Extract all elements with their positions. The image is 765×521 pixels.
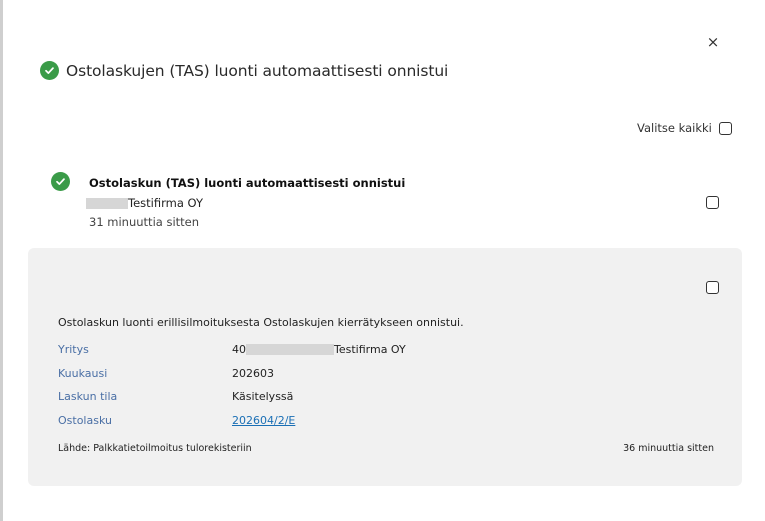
close-button[interactable]: × <box>703 32 723 52</box>
field-value: Käsitelyssä <box>232 390 294 403</box>
field-label: Laskun tila <box>58 390 118 403</box>
notification-checkbox[interactable] <box>706 196 719 209</box>
field-row-ostolasku: Ostolasku 202604/2/E <box>58 414 458 438</box>
select-all[interactable]: Valitse kaikki <box>637 121 732 135</box>
field-row-yritys: Yritys 40 Testifirma OY <box>58 343 458 367</box>
field-row-kuukausi: Kuukausi 202603 <box>58 367 458 391</box>
field-value: 202604/2/E <box>232 414 295 427</box>
modal-title: Ostolaskujen (TAS) luonti automaattisest… <box>66 61 449 80</box>
redacted-block <box>246 344 334 355</box>
detail-time: 36 minuuttia sitten <box>623 443 714 454</box>
select-all-checkbox[interactable] <box>718 121 732 135</box>
detail-fields: Yritys 40 Testifirma OY Kuukausi 202603 … <box>58 343 458 437</box>
company-name: Testifirma OY <box>334 343 406 356</box>
field-label: Ostolasku <box>58 413 112 427</box>
check-circle-icon <box>51 172 70 191</box>
field-value: 202603 <box>232 366 274 380</box>
redacted-block <box>86 197 128 209</box>
detail-source: Lähde: Palkkatietoilmoitus tulorekisteri… <box>58 443 252 454</box>
modal-header: Ostolaskujen (TAS) luonti automaattisest… <box>40 61 448 80</box>
company-id-prefix: 40 <box>232 343 246 356</box>
check-circle-icon <box>40 61 59 80</box>
notification-company: Testifirma OY <box>86 196 203 210</box>
detail-checkbox[interactable] <box>706 281 719 294</box>
field-label: Kuukausi <box>58 366 108 380</box>
notification-item[interactable]: Ostolaskun (TAS) luonti automaattisesti … <box>3 170 765 240</box>
field-label: Yritys <box>58 343 89 356</box>
notification-modal: × Ostolaskujen (TAS) luonti automaattise… <box>3 0 765 521</box>
notification-time: 31 minuuttia sitten <box>89 215 200 229</box>
invoice-link[interactable]: 202604/2/E <box>232 414 295 427</box>
field-value: 40 Testifirma OY <box>232 343 406 356</box>
notification-detail-panel: Ostolaskun luonti erillisilmoituksesta O… <box>28 248 742 486</box>
select-all-label: Valitse kaikki <box>637 121 712 135</box>
detail-message: Ostolaskun luonti erillisilmoituksesta O… <box>58 316 464 329</box>
notification-title: Ostolaskun (TAS) luonti automaattisesti … <box>89 176 406 190</box>
field-row-laskun-tila: Laskun tila Käsitelyssä <box>58 390 458 414</box>
company-name: Testifirma OY <box>128 196 203 210</box>
close-icon: × <box>706 33 720 51</box>
